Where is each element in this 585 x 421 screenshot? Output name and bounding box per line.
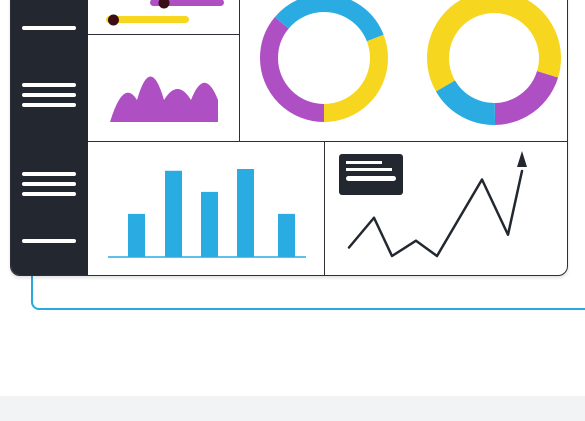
slider-handle[interactable] (158, 0, 170, 9)
menu-line-icon[interactable] (22, 26, 76, 30)
arrow-head-icon (517, 151, 527, 167)
dashboard-card (10, 0, 568, 276)
donut-chart-right (427, 0, 561, 125)
bottom-band (0, 396, 585, 421)
sidebar (11, 0, 88, 275)
bar (237, 169, 254, 257)
area-chart-panel (88, 34, 240, 142)
bar-chart-panel (88, 141, 325, 275)
line-chart-panel (324, 141, 567, 275)
bar (165, 170, 182, 257)
slider-panel (88, 0, 240, 35)
menu-line-icon[interactable] (22, 239, 76, 243)
donut-chart-left (260, 0, 388, 122)
message-icon (339, 154, 403, 195)
bar-chart (128, 169, 295, 257)
area-chart (110, 76, 218, 122)
bar (128, 213, 145, 257)
slider-handle[interactable] (107, 14, 119, 26)
donut-panel (239, 0, 567, 142)
bar (278, 213, 295, 257)
bar (201, 191, 218, 257)
